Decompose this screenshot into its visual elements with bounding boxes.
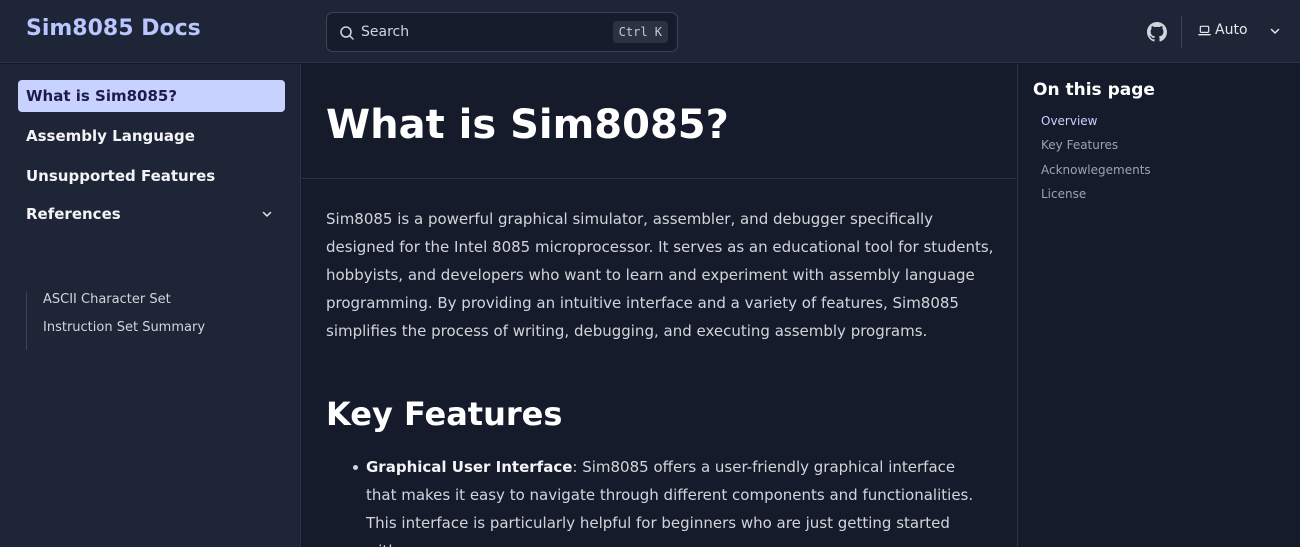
theme-select[interactable]: Auto	[1198, 20, 1288, 44]
sidebar: What is Sim8085? Assembly Language Unsup…	[0, 64, 301, 547]
toc-title: On this page	[1033, 80, 1155, 100]
chevron-down-icon[interactable]	[261, 208, 273, 220]
laptop-icon	[1198, 25, 1211, 36]
site-brand[interactable]: Sim8085 Docs	[26, 16, 201, 41]
page-title: What is Sim8085?	[326, 102, 729, 148]
list-bullet	[353, 465, 358, 470]
theme-label: Auto	[1215, 22, 1248, 38]
search-box[interactable]: Search Ctrl K	[326, 12, 678, 52]
sidebar-item-ascii-character-set[interactable]: ASCII Character Set	[43, 292, 171, 307]
title-divider	[302, 178, 1016, 179]
toc-item-key-features[interactable]: Key Features	[1041, 138, 1118, 152]
table-of-contents: On this page Overview Key Features Ackno…	[1017, 64, 1300, 547]
sidebar-item-instruction-set-summary[interactable]: Instruction Set Summary	[43, 320, 205, 335]
sidebar-item-unsupported-features[interactable]: Unsupported Features	[18, 160, 285, 192]
search-icon	[340, 26, 354, 40]
github-icon[interactable]	[1147, 22, 1167, 42]
feature-title: Graphical User Interface	[366, 458, 573, 476]
list-item: Graphical User Interface: Sim8085 offers…	[366, 453, 986, 547]
toc-item-overview[interactable]: Overview	[1041, 114, 1098, 128]
search-shortcut: Ctrl K	[612, 21, 668, 43]
top-header: Sim8085 Docs Search Ctrl K Auto	[0, 0, 1300, 63]
intro-paragraph: Sim8085 is a powerful graphical simulato…	[326, 210, 994, 340]
key-features-heading: Key Features	[326, 395, 563, 433]
main-content: What is Sim8085? Sim8085 is a powerful g…	[302, 64, 1016, 547]
sidebar-item-assembly-language[interactable]: Assembly Language	[18, 120, 285, 152]
sidebar-item-what-is-sim8085[interactable]: What is Sim8085?	[18, 80, 285, 112]
header-divider	[1181, 16, 1182, 48]
toc-item-acknowlegements[interactable]: Acknowlegements	[1041, 163, 1151, 177]
search-placeholder: Search	[361, 24, 410, 40]
toc-item-license[interactable]: License	[1041, 187, 1086, 201]
chevron-down-icon	[1270, 28, 1280, 34]
references-subnav: ASCII Character Set Instruction Set Summ…	[26, 292, 285, 350]
sidebar-item-references[interactable]: References	[18, 198, 285, 230]
sidebar-item-label: References	[26, 205, 121, 223]
